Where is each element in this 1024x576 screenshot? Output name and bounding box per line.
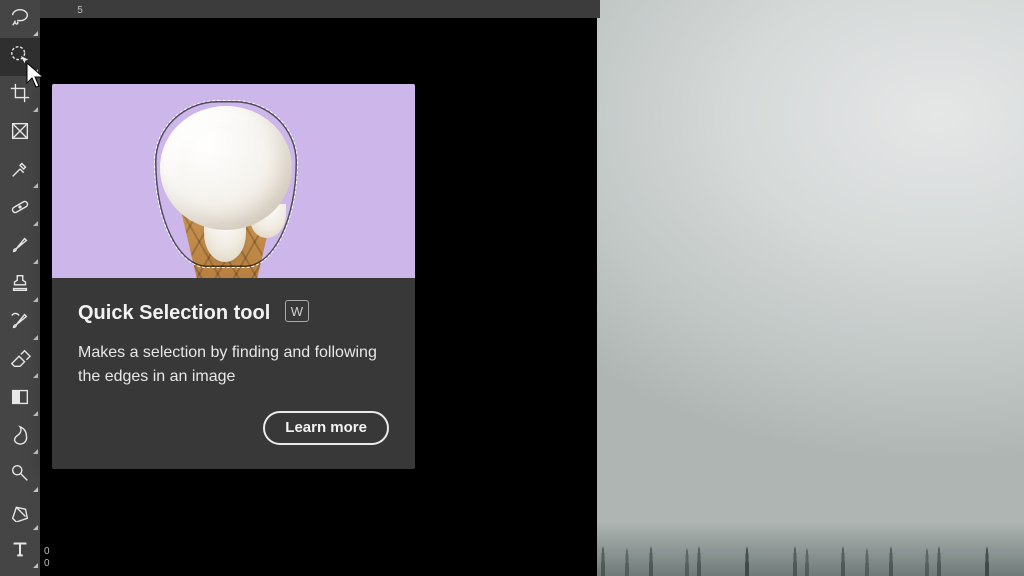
open-document[interactable] bbox=[597, 0, 1024, 576]
tooltip-description: Makes a selection by finding and followi… bbox=[78, 341, 378, 389]
learn-more-button[interactable]: Learn more bbox=[263, 411, 389, 445]
ruler-horizontal[interactable]: 5 bbox=[40, 0, 600, 18]
tool-lasso[interactable] bbox=[0, 0, 40, 38]
flyout-indicator-icon bbox=[33, 69, 38, 74]
flyout-indicator-icon bbox=[33, 563, 38, 568]
tool-eyedropper[interactable] bbox=[0, 152, 40, 190]
tool-brush[interactable] bbox=[0, 228, 40, 266]
frame-icon bbox=[9, 120, 31, 147]
tool-frame[interactable] bbox=[0, 114, 40, 152]
quick-selection-icon bbox=[9, 44, 31, 71]
eyedropper-icon bbox=[9, 158, 31, 185]
pen-icon bbox=[9, 500, 31, 527]
history-brush-icon bbox=[9, 310, 31, 337]
flyout-indicator-icon bbox=[33, 259, 38, 264]
eraser-icon bbox=[9, 348, 31, 375]
hero-icecream-scoop bbox=[160, 106, 292, 230]
tooltip-hero-image bbox=[52, 84, 415, 278]
flyout-indicator-icon bbox=[33, 373, 38, 378]
flyout-indicator-icon bbox=[33, 335, 38, 340]
dodge-icon bbox=[9, 462, 31, 489]
flyout-indicator-icon bbox=[33, 449, 38, 454]
tool-history-brush[interactable] bbox=[0, 304, 40, 342]
tooltip-title: Quick Selection tool bbox=[78, 302, 270, 325]
flyout-indicator-icon bbox=[33, 183, 38, 188]
flyout-indicator-icon bbox=[33, 107, 38, 112]
type-icon bbox=[9, 538, 31, 565]
ruler-tick-label: 5 bbox=[77, 6, 83, 16]
tool-eraser[interactable] bbox=[0, 342, 40, 380]
tools-toolbar bbox=[0, 0, 40, 576]
flyout-indicator-icon bbox=[33, 221, 38, 226]
tool-crop[interactable] bbox=[0, 76, 40, 114]
tool-dodge[interactable] bbox=[0, 456, 40, 494]
tool-tooltip-card: Quick Selection tool W Makes a selection… bbox=[52, 84, 415, 469]
flyout-indicator-icon bbox=[33, 411, 38, 416]
gradient-icon bbox=[9, 386, 31, 413]
tool-type[interactable] bbox=[0, 532, 40, 570]
tool-gradient[interactable] bbox=[0, 380, 40, 418]
ruler-tick-label: 0 bbox=[44, 558, 50, 569]
bandage-icon bbox=[9, 196, 31, 223]
tool-pen[interactable] bbox=[0, 494, 40, 532]
tool-spot-healing[interactable] bbox=[0, 190, 40, 228]
lasso-icon bbox=[9, 6, 31, 33]
tooltip-shortcut-key: W bbox=[285, 300, 309, 322]
flyout-indicator-icon bbox=[33, 297, 38, 302]
tool-quick-selection[interactable] bbox=[0, 38, 40, 76]
ruler-tick-label: 0 bbox=[44, 546, 50, 557]
flyout-indicator-icon bbox=[33, 487, 38, 492]
crop-icon bbox=[9, 82, 31, 109]
flyout-indicator-icon bbox=[33, 31, 38, 36]
flyout-indicator-icon bbox=[33, 525, 38, 530]
brush-icon bbox=[9, 234, 31, 261]
tool-clone-stamp[interactable] bbox=[0, 266, 40, 304]
stamp-icon bbox=[9, 272, 31, 299]
smudge-icon bbox=[9, 424, 31, 451]
document-image-treeline bbox=[597, 516, 1024, 576]
tool-smudge[interactable] bbox=[0, 418, 40, 456]
